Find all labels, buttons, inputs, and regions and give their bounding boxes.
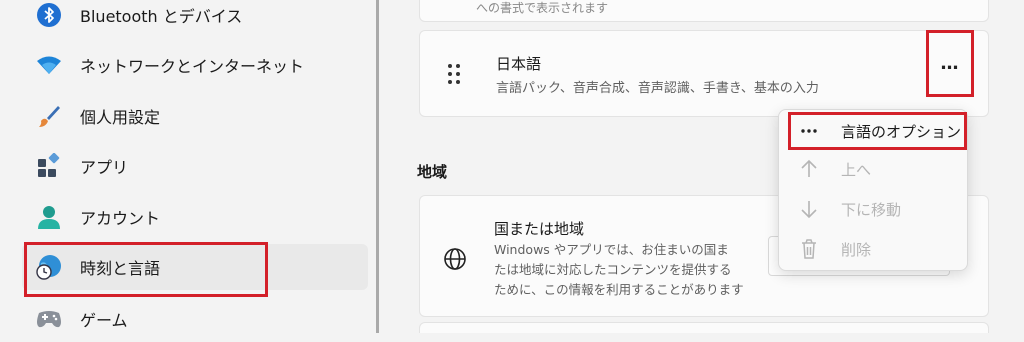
sidebar-item-accounts[interactable]: アカウント [22,194,368,240]
sidebar-item-label: ネットワークとインターネット [80,57,305,76]
menu-item-label: 削除 [841,240,872,259]
globe-icon [442,246,468,276]
main-content: への書式で表示されます 日本語 言語パック、音声合成、音声認識、手書き、基本の入… [379,0,1024,333]
account-icon [34,202,64,232]
annotation-highlight-sidebar [24,242,268,297]
sidebar-item-label: アカウント [80,209,161,228]
sidebar-item-personalization[interactable]: 個人用設定 [22,93,368,139]
sidebar-item-label: 個人用設定 [80,108,161,127]
menu-item-move-down[interactable]: 下に移動 [787,192,961,226]
sidebar-item-label: ゲーム [80,311,128,330]
top-card-text: への書式で表示されます [476,1,609,15]
next-card-partial [419,322,989,333]
sidebar-item-network[interactable]: ネットワークとインターネット [22,42,368,88]
description-line: ために、この情報を利用することがあります [494,282,744,297]
context-menu: 言語のオプション 上へ 下に移動 削除 [778,109,968,271]
language-subtitle: 言語パック、音声合成、音声認識、手書き、基本の入力 [496,81,819,96]
arrow-up-icon [797,159,821,179]
language-card-japanese[interactable]: 日本語 言語パック、音声合成、音声認識、手書き、基本の入力 … [419,30,989,117]
description-line: たは地域に対応したコンテンツを提供する [494,262,732,277]
menu-item-label: 下に移動 [841,200,902,219]
trash-icon [797,239,821,259]
bluetooth-icon [34,0,64,30]
gamepad-icon [34,304,64,334]
sidebar-item-label: アプリ [80,158,129,177]
sidebar-item-gaming[interactable]: ゲーム [22,296,368,342]
annotation-highlight-menu [788,112,967,150]
top-card-partial: への書式で表示されます [419,0,989,22]
brush-icon [34,101,64,131]
menu-item-move-up[interactable]: 上へ [787,152,961,186]
sidebar: Bluetooth とデバイス ネットワークとインターネット 個人用設定 アプリ… [0,0,376,333]
menu-item-remove[interactable]: 削除 [787,232,961,266]
sidebar-item-label: Bluetooth とデバイス [80,7,243,26]
more-icon: … [940,53,960,74]
more-options-button[interactable]: … [926,30,974,97]
language-title: 日本語 [496,55,542,73]
section-title-region: 地域 [417,163,448,181]
menu-item-label: 上へ [841,160,872,179]
sidebar-item-bluetooth[interactable]: Bluetooth とデバイス [22,0,368,38]
apps-icon [34,151,64,181]
arrow-down-icon [797,199,821,219]
drag-handle-icon[interactable] [446,62,462,90]
country-region-description: Windows やアプリでは、お住まいの国ま たは地域に対応したコンテンツを提供… [494,240,744,300]
country-region-title: 国または地域 [494,220,585,238]
description-line: Windows やアプリでは、お住まいの国ま [494,242,729,257]
wifi-icon [34,50,64,80]
sidebar-item-apps[interactable]: アプリ [22,143,368,189]
